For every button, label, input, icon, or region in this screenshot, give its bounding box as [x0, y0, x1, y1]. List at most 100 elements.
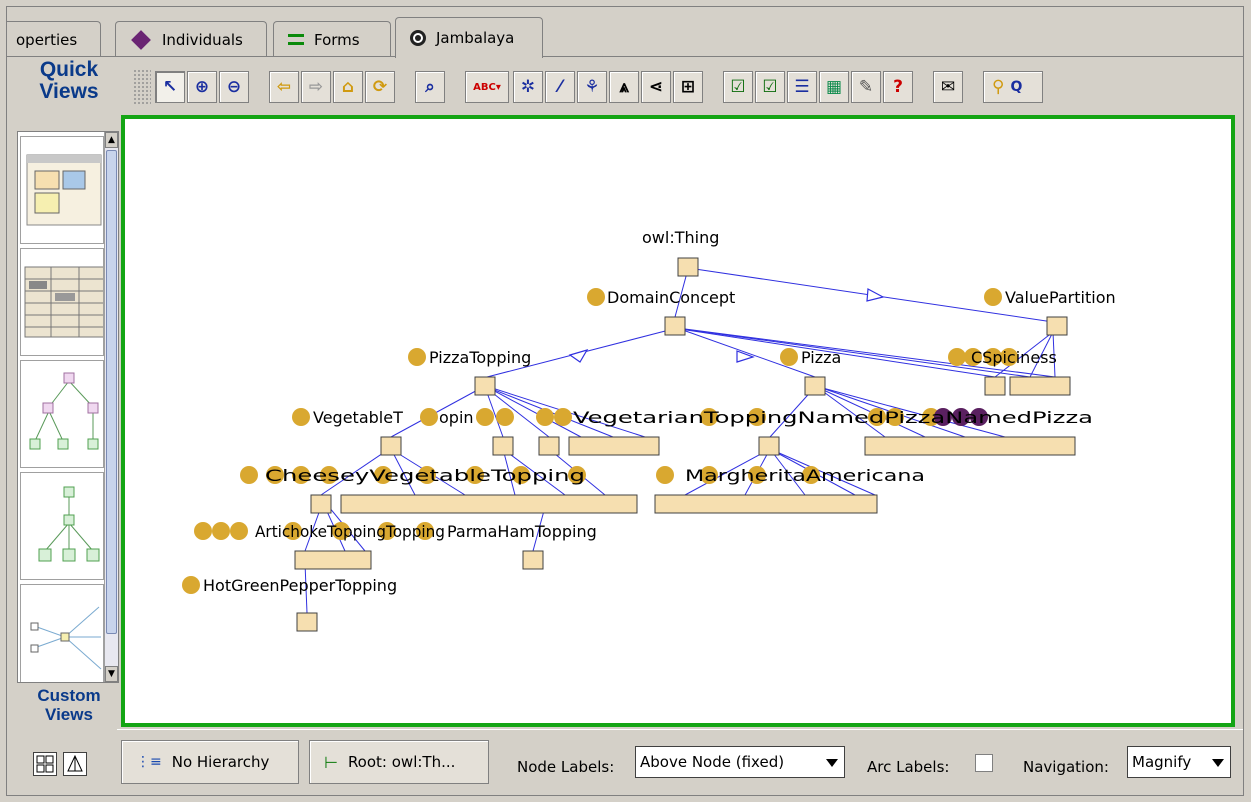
label-vegetable[interactable]: VegetableT: [313, 408, 403, 427]
node-value-partition[interactable]: [1046, 316, 1068, 336]
tab-properties[interactable]: operties: [7, 21, 101, 57]
node-topping[interactable]: [492, 436, 514, 456]
node-pizza[interactable]: [804, 376, 826, 396]
class-dot-icon: [496, 408, 514, 426]
label-owl-thing[interactable]: owl:Thing: [642, 228, 719, 247]
root-button[interactable]: ⊢ Root: owl:Th...: [309, 740, 489, 784]
help-button[interactable]: ?: [883, 71, 913, 103]
label-domain-concept[interactable]: DomainConcept: [607, 288, 735, 307]
toolbar-grip[interactable]: [133, 69, 151, 105]
arc-labels-label: Arc Labels:: [867, 758, 950, 776]
node-value-child[interactable]: [984, 376, 1006, 396]
vertical-tree-button[interactable]: ⩓: [609, 71, 639, 103]
node-vegetable-group[interactable]: [340, 494, 638, 514]
find-button[interactable]: ⌕: [415, 71, 445, 103]
node-pizza-group[interactable]: [864, 436, 1076, 456]
film-button[interactable]: ▦: [819, 71, 849, 103]
list-button[interactable]: ☰: [787, 71, 817, 103]
refresh-button[interactable]: ⟳: [365, 71, 395, 103]
arc-labels-checkbox[interactable]: [975, 754, 993, 772]
forms-icon: [288, 33, 304, 46]
label-value-children[interactable]: CSpiciness: [971, 348, 1057, 367]
node-topping[interactable]: [538, 436, 560, 456]
custom-views-title-line2: Views: [45, 705, 93, 724]
navigation-select[interactable]: Magnify: [1127, 746, 1231, 778]
tab-jambalaya[interactable]: Jambalaya: [395, 17, 543, 58]
node-pizza-topping[interactable]: [474, 376, 496, 396]
tree-layout-button[interactable]: ⚘: [577, 71, 607, 103]
custom-view-tree-button[interactable]: [63, 752, 87, 776]
search-button[interactable]: ⚲ Q: [983, 71, 1043, 103]
zoom-in-button[interactable]: ⊕: [187, 71, 217, 103]
quick-view-simple-tree[interactable]: [20, 472, 104, 580]
pointer-button[interactable]: ↖: [155, 71, 185, 103]
scroll-thumb[interactable]: [106, 150, 117, 634]
node-vegetable-topping[interactable]: [380, 436, 402, 456]
label-overlap-row1-a[interactable]: opin: [439, 408, 474, 427]
label-parma-ham[interactable]: ParmaHamTopping: [447, 522, 597, 541]
horizontal-tree-button[interactable]: ⋖: [641, 71, 671, 103]
node-parma-ham[interactable]: [522, 550, 544, 570]
simple-tree-view-icon: [38, 486, 100, 562]
label-overlap-row2-b[interactable]: MargheritaAmericana: [685, 466, 925, 485]
quick-views-scrollbar[interactable]: ▲ ▼: [104, 132, 118, 682]
label-overlap-row1-b[interactable]: VegetarianToppingNamedPizzaNamedPizza: [573, 408, 1093, 427]
ontology-graph[interactable]: owl:Thing DomainConcept ValuePartition P…: [125, 119, 1231, 723]
node-cheesey-vegetable[interactable]: [310, 494, 332, 514]
node-value-children[interactable]: [1009, 376, 1071, 396]
graph-nodes: [294, 257, 1076, 632]
node-named-pizza-group[interactable]: [654, 494, 878, 514]
home-button[interactable]: ⌂: [333, 71, 363, 103]
node-owl-thing[interactable]: [677, 257, 699, 277]
label-value-partition[interactable]: ValuePartition: [1005, 288, 1116, 307]
label-hot-green-pepper[interactable]: HotGreenPepperTopping: [203, 576, 397, 595]
graph-canvas[interactable]: owl:Thing DomainConcept ValuePartition P…: [121, 115, 1235, 727]
spring-layout-button[interactable]: ✲: [513, 71, 543, 103]
back-button[interactable]: ⇦: [269, 71, 299, 103]
label-abc-icon: ABC▾: [473, 81, 501, 93]
search-icon: ⚲: [992, 77, 1005, 97]
tab-bar: operties Individuals Forms Jambalaya: [7, 17, 1243, 58]
scroll-down-arrow-icon[interactable]: ▼: [105, 666, 118, 682]
label-pizza-topping[interactable]: PizzaTopping: [429, 348, 531, 367]
node-topping-group[interactable]: [568, 436, 660, 456]
no-hierarchy-button[interactable]: ⋮≡ No Hierarchy: [121, 740, 299, 784]
label-overlap-row3[interactable]: ArtichokeToppingTopping: [255, 522, 445, 541]
node-domain-concept[interactable]: [664, 316, 686, 336]
chevron-down-icon: [1212, 759, 1224, 767]
bottom-toolbar: ⋮≡ No Hierarchy ⊢ Root: owl:Th... Node L…: [117, 729, 1243, 791]
graph-labels: owl:Thing DomainConcept ValuePartition P…: [182, 228, 1116, 595]
node-labels-select[interactable]: Above Node (fixed): [635, 746, 845, 778]
filter-button[interactable]: ☑: [723, 71, 753, 103]
scatter-layout-button[interactable]: ⁄: [545, 71, 575, 103]
root-tree-icon: ⊢: [324, 752, 338, 772]
scroll-up-arrow-icon[interactable]: ▲: [105, 132, 118, 148]
label-overlap-row2-a[interactable]: CheeseyVegetableTopping: [265, 466, 585, 485]
filter-arrow-button[interactable]: ☑: [755, 71, 785, 103]
tool-button[interactable]: ✎: [851, 71, 881, 103]
custom-view-grid-button[interactable]: [33, 752, 57, 776]
search-label: Q: [1010, 79, 1023, 95]
label-pizza[interactable]: Pizza: [801, 348, 841, 367]
horizontal-tree-icon: ⋖: [648, 77, 664, 97]
quick-view-treemap[interactable]: [20, 248, 106, 356]
tab-forms[interactable]: Forms: [273, 21, 391, 57]
vertical-tree-icon: ⩓: [619, 77, 629, 97]
quick-view-nested-boxes[interactable]: [20, 136, 104, 244]
node-labels-label: Node Labels:: [517, 758, 615, 776]
quick-view-vertical-tree[interactable]: [20, 360, 104, 468]
mail-button[interactable]: ✉: [933, 71, 963, 103]
eye-icon: [410, 30, 426, 46]
node-hot-green-pepper[interactable]: [296, 612, 318, 632]
forward-button[interactable]: ⇨: [301, 71, 331, 103]
grid-layout-button[interactable]: ⊞: [673, 71, 703, 103]
node-artichoke-group[interactable]: [294, 550, 372, 570]
quick-view-radial[interactable]: [20, 584, 104, 682]
toolbar: ↖ ⊕ ⊖ ⇦ ⇨ ⌂ ⟳ ⌕ ABC▾ ✲ ⁄ ⚘ ⩓ ⋖ ⊞ ☑ ☑ ☰ ▦…: [125, 63, 1243, 111]
custom-views-title-line1: Custom: [37, 686, 101, 705]
app-window: operties Individuals Forms Jambalaya Qui…: [6, 6, 1244, 796]
tab-individuals[interactable]: Individuals: [115, 21, 267, 57]
zoom-out-button[interactable]: ⊖: [219, 71, 249, 103]
label-menu-button[interactable]: ABC▾: [465, 71, 509, 103]
node-named-pizza[interactable]: [758, 436, 780, 456]
